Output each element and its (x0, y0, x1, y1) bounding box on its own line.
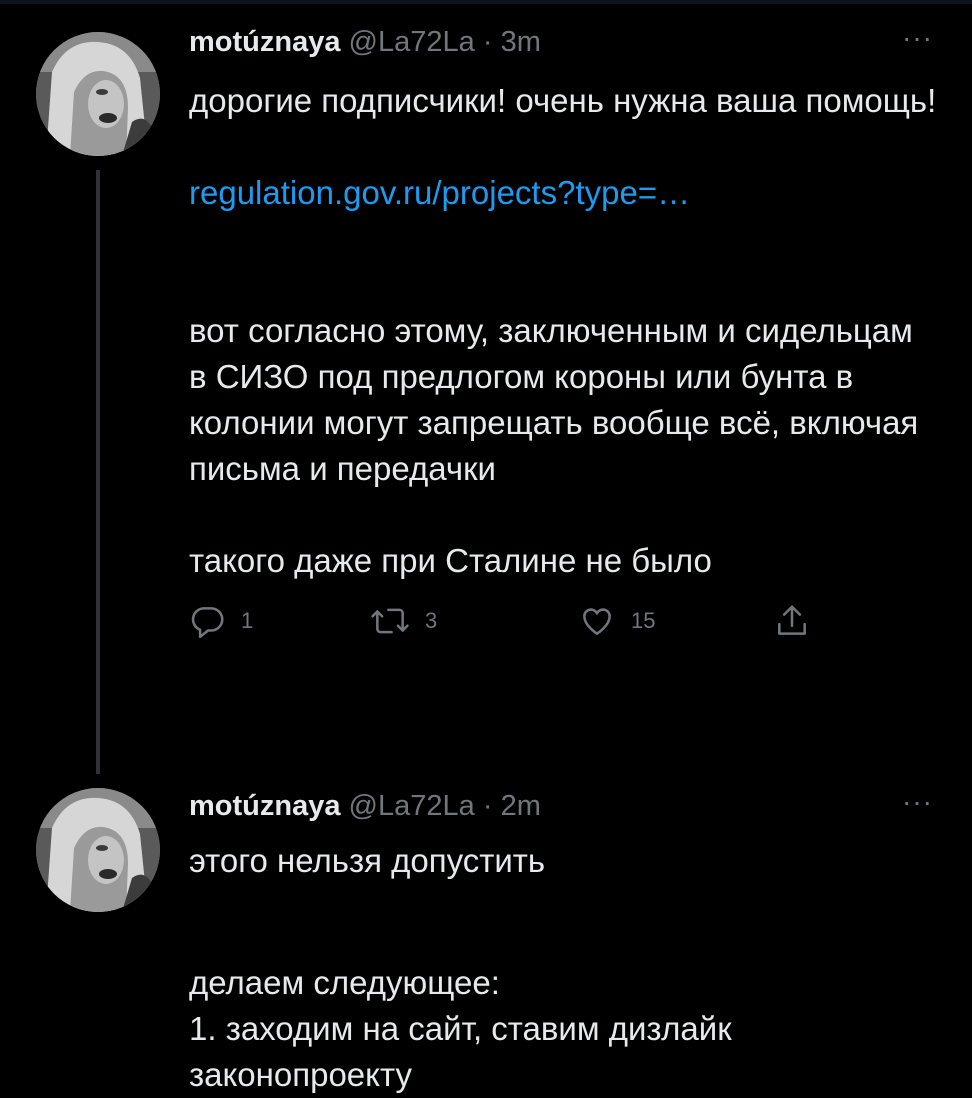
tweet-paragraph: такого даже при Сталине не было (189, 542, 712, 579)
tweet-time[interactable]: 3m (501, 26, 541, 58)
share-button[interactable] (773, 602, 811, 640)
tweet-2[interactable]: motúznaya @La72La · 2m ··· этого нельзя … (0, 780, 972, 1093)
reply-count: 1 (241, 608, 254, 633)
tweet-text: этого нельзя допустить делаем следующее:… (189, 838, 939, 1098)
retweet-count: 3 (425, 608, 438, 633)
tweet-content: motúznaya @La72La · 3m ··· дорогие подпи… (189, 22, 939, 642)
tweet-paragraph: вот согласно этому, заключенным и сидель… (189, 312, 919, 487)
tweet-1[interactable]: motúznaya @La72La · 3m ··· дорогие подпи… (0, 0, 972, 780)
more-icon[interactable]: ··· (902, 782, 933, 822)
retweet-button[interactable]: 3 (369, 602, 437, 640)
like-button[interactable]: 15 (577, 602, 655, 640)
like-count: 15 (631, 608, 656, 633)
tweet-actions: 1 3 15 (189, 602, 939, 642)
more-icon[interactable]: ··· (902, 18, 933, 58)
author-handle[interactable]: @La72La (349, 790, 475, 822)
thread-line (96, 170, 100, 774)
tweet-paragraph: дорогие подписчики! очень нужна ваша пом… (189, 82, 937, 119)
tweet-paragraph: 1. заходим на сайт, ставим дизлайк закон… (189, 1010, 732, 1093)
avatar-image (36, 32, 160, 156)
author-name[interactable]: motúznaya (189, 790, 340, 822)
author-handle[interactable]: @La72La (349, 26, 475, 58)
tweet-paragraph: этого нельзя допустить (189, 842, 546, 879)
heart-icon (583, 608, 611, 635)
separator-dot: · (482, 26, 493, 58)
share-icon (778, 605, 806, 635)
tweet-header: motúznaya @La72La · 3m ··· (189, 22, 939, 62)
tweet-content: motúznaya @La72La · 2m ··· этого нельзя … (189, 786, 939, 1098)
tweet-time[interactable]: 2m (501, 790, 541, 822)
retweet-icon (371, 608, 409, 634)
tweet-header: motúznaya @La72La · 2m ··· (189, 786, 939, 826)
avatar[interactable] (36, 788, 160, 912)
author-name[interactable]: motúznaya (189, 26, 340, 58)
separator-dot: · (482, 790, 493, 822)
reply-button[interactable]: 1 (189, 602, 253, 640)
avatar[interactable] (36, 32, 160, 156)
tweet-paragraph: делаем следующее: (189, 964, 500, 1001)
reply-icon (191, 607, 224, 639)
avatar-image (36, 788, 160, 912)
tweet-text: дорогие подписчики! очень нужна ваша пом… (189, 78, 939, 584)
tweet-link[interactable]: regulation.gov.ru/projects?type=… (189, 174, 690, 211)
